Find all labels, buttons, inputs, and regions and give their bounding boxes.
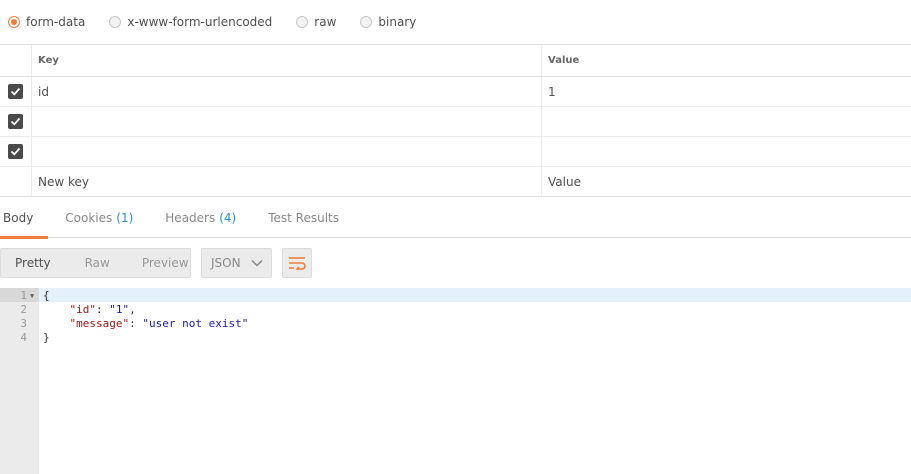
tab-label: Cookies bbox=[65, 210, 113, 225]
value-input[interactable] bbox=[542, 137, 911, 166]
code-line: 1 ▼ { bbox=[0, 289, 911, 303]
code-text: } bbox=[43, 331, 50, 344]
table-row: id 1 bbox=[0, 77, 911, 107]
table-row bbox=[0, 107, 911, 137]
tab-label: Test Results bbox=[268, 210, 340, 225]
check-icon bbox=[10, 87, 21, 96]
table-row bbox=[0, 137, 911, 167]
format-dropdown[interactable]: JSON bbox=[201, 248, 272, 278]
radio-unselected-icon[interactable] bbox=[360, 16, 373, 28]
preview-button[interactable]: Preview bbox=[128, 256, 189, 270]
tab-count: (1) bbox=[116, 210, 134, 225]
response-view-toolbar: Pretty Raw Preview JSON bbox=[0, 248, 312, 278]
tab-headers[interactable]: Headers (4) bbox=[162, 197, 239, 238]
value-input[interactable]: 1 bbox=[542, 77, 911, 106]
form-data-table: Key Value id 1 New key Value bbox=[0, 44, 911, 197]
check-icon bbox=[10, 117, 21, 126]
radio-form-data[interactable]: form-data bbox=[8, 15, 85, 29]
chevron-down-icon bbox=[251, 259, 263, 267]
view-mode-group: Pretty Raw Preview bbox=[0, 248, 191, 278]
line-number: 4 bbox=[20, 331, 27, 344]
row-checkbox[interactable] bbox=[8, 144, 23, 159]
tab-count: (4) bbox=[219, 210, 237, 225]
radio-label: raw bbox=[314, 15, 337, 29]
response-tabs: Body Cookies (1) Headers (4) Test Result… bbox=[0, 197, 911, 239]
response-body-editor[interactable]: 1 ▼ { 2 "id": "1", 3 "message": "user no… bbox=[0, 288, 911, 474]
radio-label: form-data bbox=[26, 15, 86, 29]
pretty-button[interactable]: Pretty bbox=[1, 256, 51, 270]
tab-label: Body bbox=[3, 210, 34, 225]
line-number: 2 bbox=[20, 303, 27, 316]
value-column-header: Value bbox=[548, 55, 580, 66]
radio-unselected-icon[interactable] bbox=[296, 16, 309, 28]
key-input[interactable] bbox=[32, 137, 542, 166]
radio-raw[interactable]: raw bbox=[296, 15, 336, 29]
radio-selected-icon[interactable] bbox=[8, 16, 20, 28]
raw-button[interactable]: Raw bbox=[71, 256, 110, 270]
code-text: "message": "user not exist" bbox=[69, 317, 249, 330]
line-number: 1 bbox=[20, 289, 27, 302]
radio-label: binary bbox=[378, 15, 417, 29]
key-input[interactable]: id bbox=[32, 77, 542, 106]
new-value-input[interactable]: Value bbox=[542, 167, 911, 196]
line-number: 3 bbox=[20, 317, 27, 330]
code-line: 4 } bbox=[0, 331, 911, 345]
tab-label: Headers bbox=[165, 210, 216, 225]
format-value: JSON bbox=[211, 256, 241, 270]
code-line: 2 "id": "1", bbox=[0, 303, 911, 317]
key-column-header: Key bbox=[32, 45, 542, 76]
table-header: Key Value bbox=[0, 45, 911, 77]
tab-cookies[interactable]: Cookies (1) bbox=[62, 197, 136, 238]
value-input[interactable] bbox=[542, 107, 911, 136]
code-line: 3 "message": "user not exist" bbox=[0, 317, 911, 331]
code-text: "id": "1", bbox=[69, 303, 136, 316]
tab-body[interactable]: Body bbox=[0, 197, 49, 239]
code-text: { bbox=[43, 289, 50, 302]
check-icon bbox=[10, 147, 21, 156]
radio-x-www-form-urlencoded[interactable]: x-www-form-urlencoded bbox=[109, 15, 272, 29]
tab-test-results[interactable]: Test Results bbox=[265, 197, 342, 238]
fold-toggle-icon[interactable]: ▼ bbox=[30, 289, 34, 303]
new-row: New key Value bbox=[0, 167, 911, 197]
row-checkbox[interactable] bbox=[8, 84, 23, 99]
new-key-input[interactable]: New key bbox=[32, 167, 542, 196]
body-type-selector: form-data x-www-form-urlencoded raw bina… bbox=[0, 0, 911, 44]
wrap-lines-button[interactable] bbox=[282, 248, 312, 278]
radio-label: x-www-form-urlencoded bbox=[127, 15, 273, 29]
radio-binary[interactable]: binary bbox=[360, 15, 416, 29]
key-input[interactable] bbox=[32, 107, 542, 136]
row-checkbox[interactable] bbox=[8, 114, 23, 129]
radio-unselected-icon[interactable] bbox=[109, 16, 122, 28]
wrap-lines-icon bbox=[289, 257, 306, 270]
